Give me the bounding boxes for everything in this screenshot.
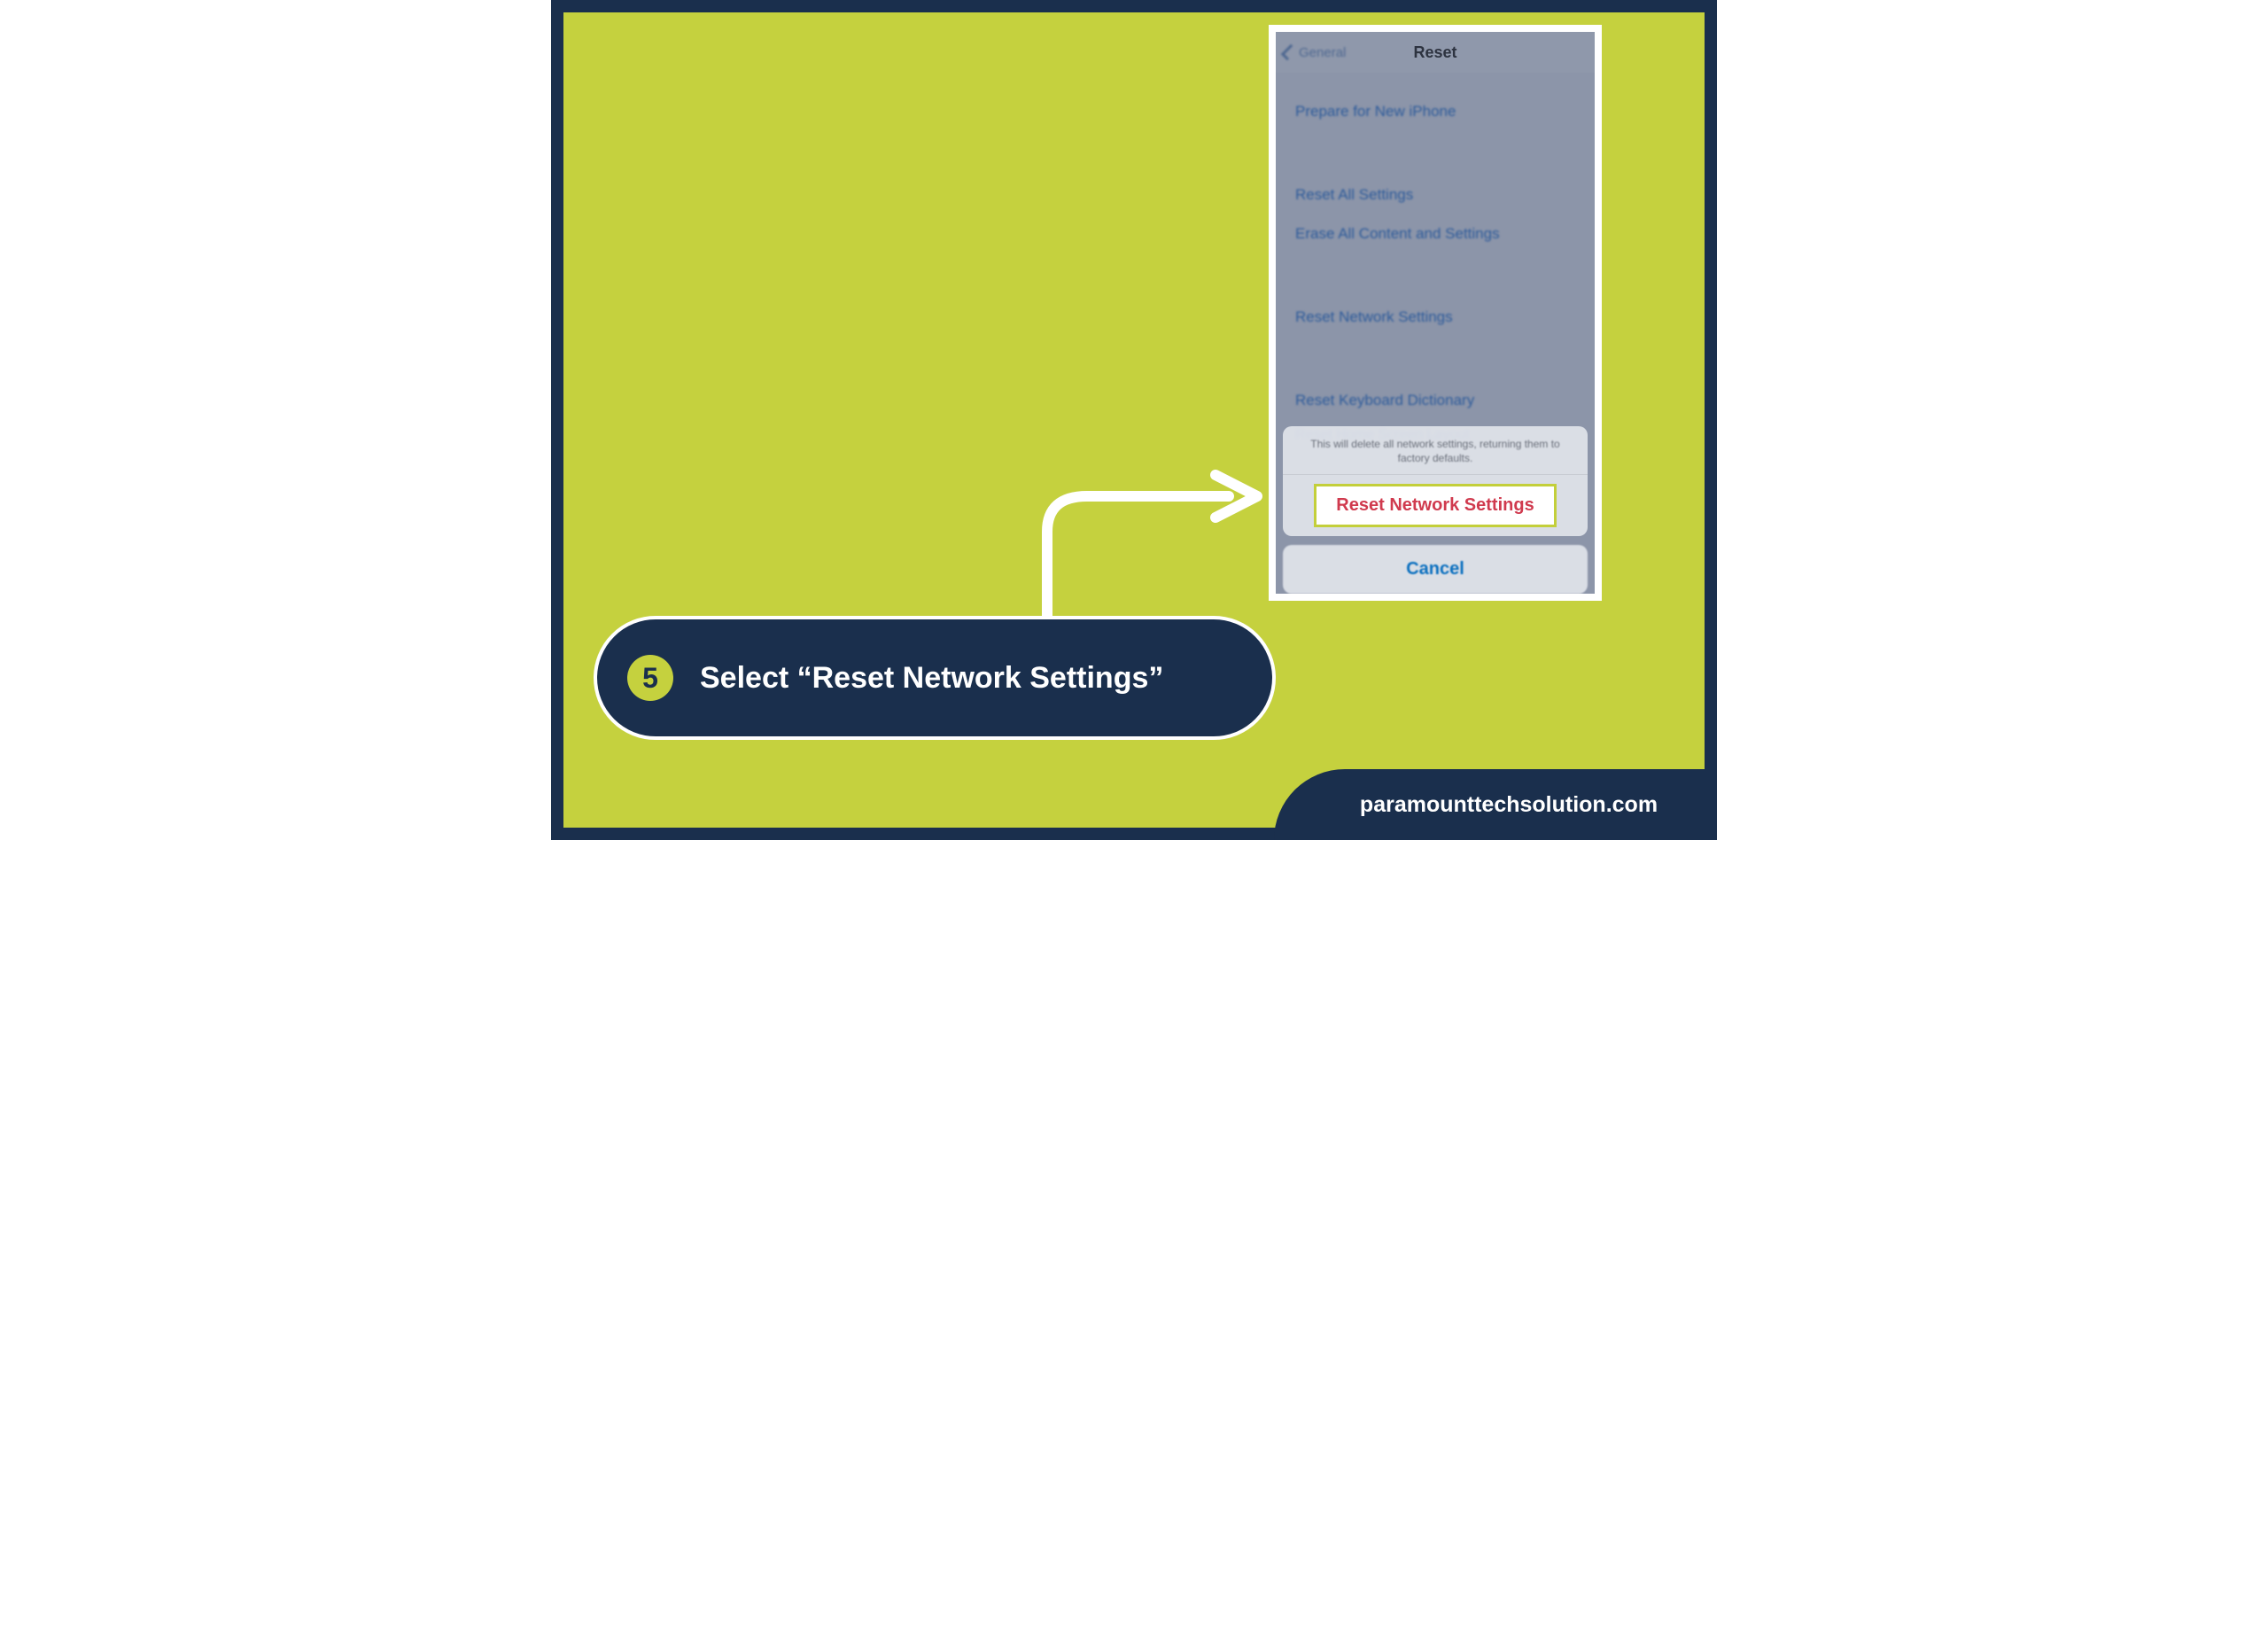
footer-site-text: paramounttechsolution.com <box>1360 792 1658 818</box>
action-sheet: This will delete all network settings, r… <box>1276 421 1595 594</box>
menu-reset-network-settings[interactable]: Reset Network Settings <box>1276 298 1595 337</box>
action-sheet-panel: This will delete all network settings, r… <box>1283 426 1588 536</box>
step-number-badge: 5 <box>627 655 673 701</box>
instruction-pill: 5 Select “Reset Network Settings” <box>594 616 1276 740</box>
nav-bar: General Reset <box>1276 32 1595 73</box>
menu-prepare-new-iphone[interactable]: Prepare for New iPhone <box>1276 92 1595 131</box>
phone-frame: General Reset Prepare for New iPhone Res… <box>1269 25 1602 601</box>
menu-reset-keyboard-dictionary[interactable]: Reset Keyboard Dictionary <box>1276 381 1595 420</box>
footer-attribution: paramounttechsolution.com <box>1274 769 1717 840</box>
action-sheet-confirm-row: Reset Network Settings <box>1283 474 1588 536</box>
menu-reset-all-settings[interactable]: Reset All Settings <box>1276 175 1595 214</box>
menu-erase-all-content[interactable]: Erase All Content and Settings <box>1276 214 1595 253</box>
pointer-arrow-icon <box>1034 470 1264 629</box>
phone-screen: General Reset Prepare for New iPhone Res… <box>1276 32 1595 594</box>
confirm-reset-network-button[interactable]: Reset Network Settings <box>1314 484 1556 527</box>
instruction-text: Select “Reset Network Settings” <box>700 661 1163 696</box>
menu-section-3: Reset Network Settings <box>1276 298 1595 337</box>
tutorial-slide: General Reset Prepare for New iPhone Res… <box>551 0 1717 840</box>
action-sheet-message: This will delete all network settings, r… <box>1283 426 1588 474</box>
menu-section-2: Reset All Settings Erase All Content and… <box>1276 175 1595 253</box>
cancel-button[interactable]: Cancel <box>1283 545 1588 594</box>
menu-section-1: Prepare for New iPhone <box>1276 92 1595 131</box>
nav-title: Reset <box>1276 43 1595 62</box>
